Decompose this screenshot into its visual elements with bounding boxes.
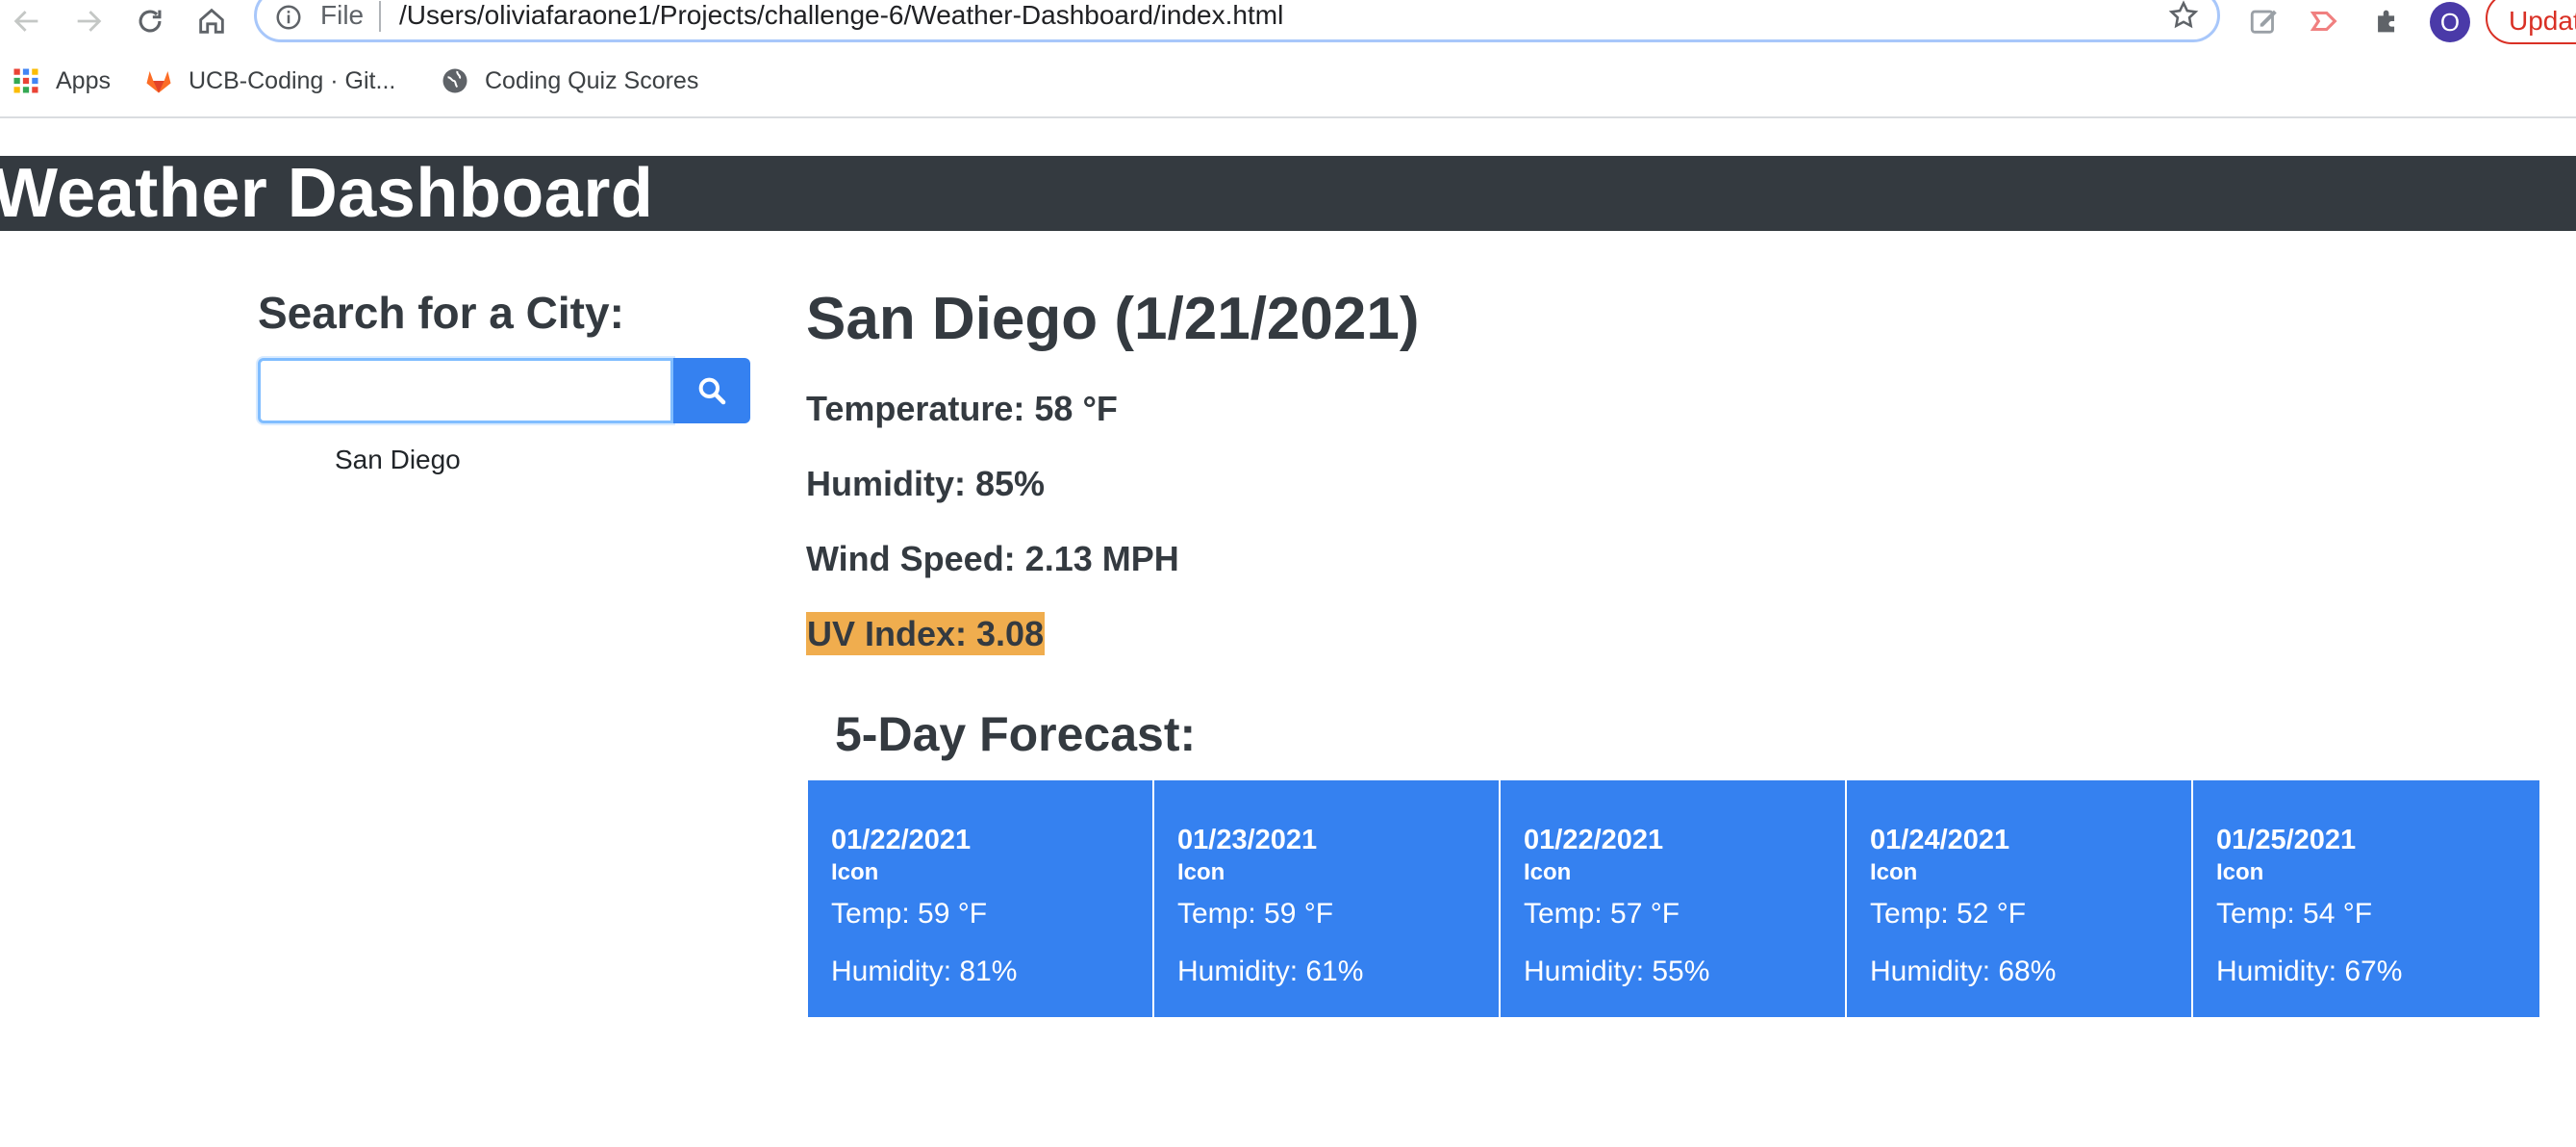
current-wind-speed: Wind Speed: 2.13 MPH xyxy=(806,539,1179,578)
forecast-icon-placeholder: Icon xyxy=(831,859,879,885)
forecast-date: 01/23/2021 xyxy=(1177,825,1318,855)
bookmark-gitlab[interactable]: UCB-Coding · Git... xyxy=(144,62,395,100)
forecast-temp: Temp: 54 °F xyxy=(2216,898,2373,930)
forecast-card: 01/23/2021 Icon Temp: 59 °F Humidity: 61… xyxy=(1154,780,1501,1017)
gitlab-icon xyxy=(146,71,171,93)
forecast-heading: 5-Day Forecast: xyxy=(835,707,1197,761)
bookmark-label: Apps xyxy=(56,66,111,94)
forecast-card: 01/22/2021 Icon Temp: 57 °F Humidity: 55… xyxy=(1501,780,1847,1017)
forecast-card: 01/24/2021 Icon Temp: 52 °F Humidity: 68… xyxy=(1847,780,2193,1017)
forecast-humidity: Humidity: 55% xyxy=(1524,956,1710,987)
city-search-input[interactable] xyxy=(258,358,673,423)
url-text[interactable]: /Users/oliviafaraone1/Projects/challenge… xyxy=(399,0,1283,31)
globe-icon xyxy=(442,68,467,93)
home-icon xyxy=(199,8,224,34)
forecast-cards: 01/22/2021 Icon Temp: 59 °F Humidity: 81… xyxy=(808,780,2539,1017)
extension-edit-icon[interactable] xyxy=(2245,2,2284,40)
info-icon[interactable] xyxy=(274,3,303,32)
home-button[interactable] xyxy=(192,2,231,40)
forecast-temp: Temp: 59 °F xyxy=(1177,898,1334,930)
forecast-icon-placeholder: Icon xyxy=(2216,859,2264,885)
forecast-humidity: Humidity: 68% xyxy=(1870,956,2057,987)
forecast-humidity: Humidity: 67% xyxy=(2216,956,2403,987)
page-header: Weather Dashboard xyxy=(0,156,2576,231)
reload-icon xyxy=(139,10,162,33)
apps-grid-icon xyxy=(13,68,38,93)
forecast-humidity: Humidity: 81% xyxy=(831,956,1018,987)
forecast-humidity: Humidity: 61% xyxy=(1177,956,1364,987)
divider xyxy=(379,1,381,32)
forecast-temp: Temp: 59 °F xyxy=(831,898,988,930)
extension-tag-icon[interactable] xyxy=(2305,2,2343,40)
profile-avatar[interactable]: O xyxy=(2430,2,2470,42)
reload-button[interactable] xyxy=(131,2,169,40)
update-button[interactable]: Update xyxy=(2486,0,2576,44)
browser-chrome: File /Users/oliviafaraone1/Projects/chal… xyxy=(0,0,2576,118)
url-scheme-label: File xyxy=(320,0,365,30)
forecast-date: 01/25/2021 xyxy=(2216,825,2357,855)
forecast-date: 01/24/2021 xyxy=(1870,825,2010,855)
arrow-right-icon xyxy=(77,11,102,32)
search-heading: Search for a City: xyxy=(258,288,624,338)
bookmark-label: Coding Quiz Scores xyxy=(485,66,699,94)
extensions-puzzle-icon[interactable] xyxy=(2368,2,2407,40)
bookmark-star-icon[interactable] xyxy=(2167,0,2200,32)
bookmark-quiz-scores[interactable]: Coding Quiz Scores xyxy=(441,62,698,100)
bookmark-label: UCB-Coding · Git... xyxy=(189,66,396,94)
forecast-temp: Temp: 52 °F xyxy=(1870,898,2027,930)
forecast-temp: Temp: 57 °F xyxy=(1524,898,1680,930)
address-bar[interactable]: File /Users/oliviafaraone1/Projects/chal… xyxy=(254,0,2220,42)
forecast-card: 01/22/2021 Icon Temp: 59 °F Humidity: 81… xyxy=(808,780,1154,1017)
forecast-icon-placeholder: Icon xyxy=(1524,859,1572,885)
forward-button[interactable] xyxy=(69,2,108,40)
back-button[interactable] xyxy=(8,2,46,40)
arrow-left-icon xyxy=(13,11,38,32)
search-history-item[interactable]: San Diego xyxy=(335,445,461,475)
search-button[interactable] xyxy=(673,358,750,423)
current-temperature: Temperature: 58 °F xyxy=(806,389,1118,428)
current-humidity: Humidity: 85% xyxy=(806,464,1046,503)
uv-index-badge: UV Index: 3.08 xyxy=(806,612,1046,655)
forecast-icon-placeholder: Icon xyxy=(1870,859,1918,885)
forecast-icon-placeholder: Icon xyxy=(1177,859,1225,885)
forecast-date: 01/22/2021 xyxy=(831,825,972,855)
current-city-title: San Diego (1/21/2021) xyxy=(806,286,1420,352)
forecast-date: 01/22/2021 xyxy=(1524,825,1664,855)
search-icon xyxy=(698,377,726,405)
page-title: Weather Dashboard xyxy=(0,156,654,231)
forecast-card: 01/25/2021 Icon Temp: 54 °F Humidity: 67… xyxy=(2193,780,2539,1017)
bookmark-apps[interactable]: Apps xyxy=(12,62,111,100)
